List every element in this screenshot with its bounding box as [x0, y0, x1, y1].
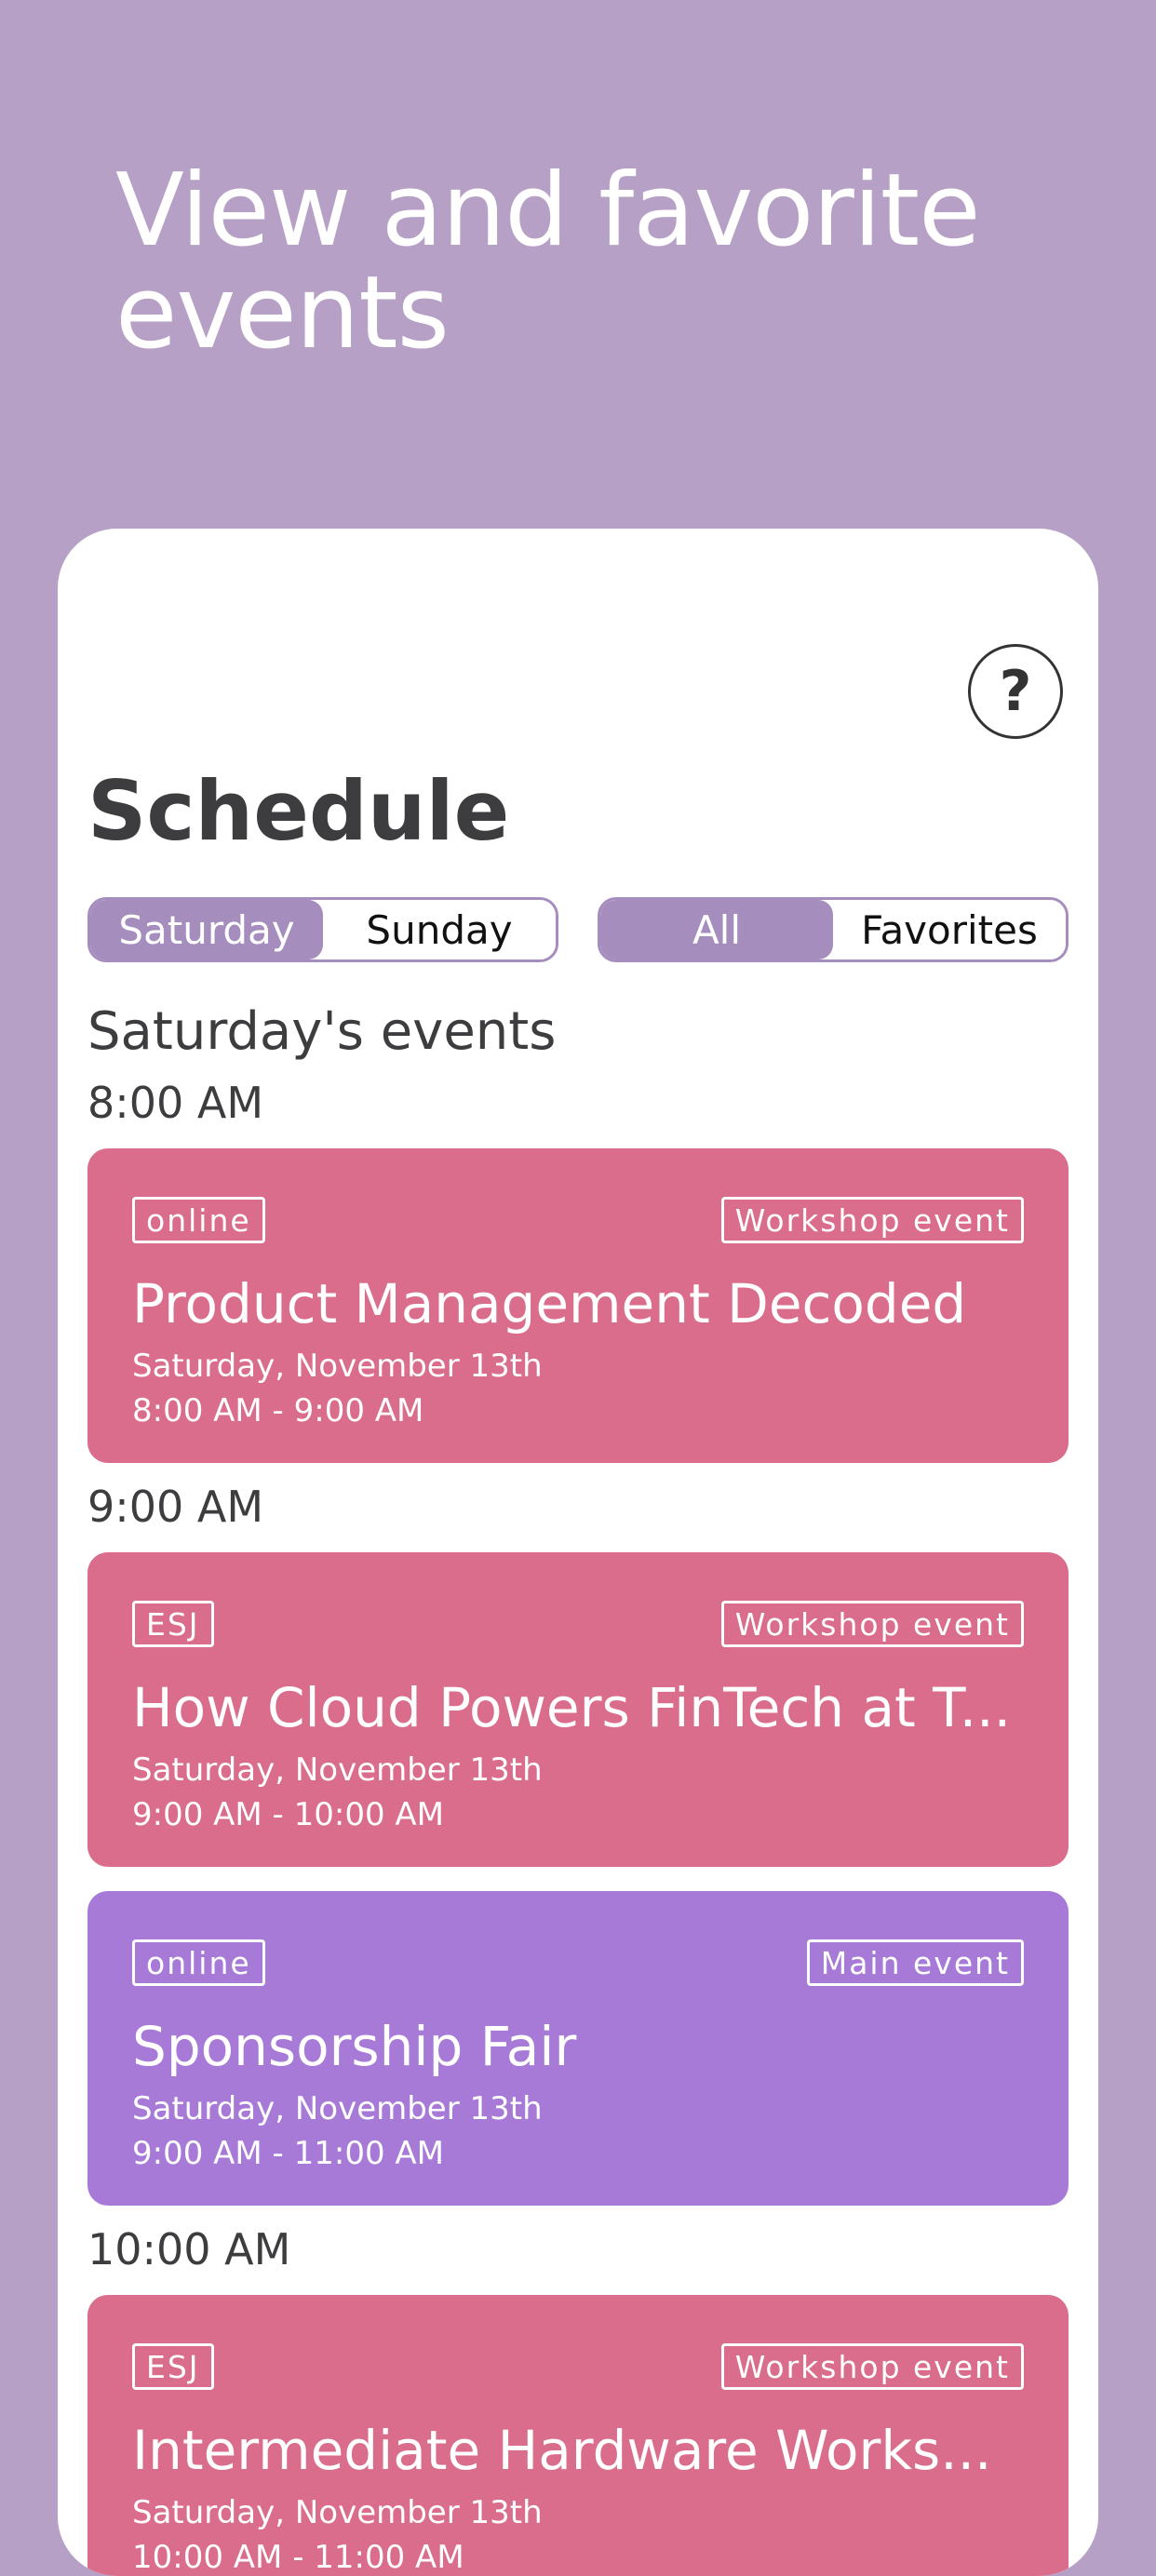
- event-type-tag: Workshop event: [720, 1601, 1024, 1647]
- hero-title: View and favorite events: [115, 153, 981, 371]
- time-group-label: 8:00 AM: [87, 1078, 264, 1128]
- event-title: Sponsorship Fair: [132, 2015, 577, 2078]
- event-type-tag: Workshop event: [720, 1197, 1024, 1243]
- tab-saturday[interactable]: Saturday: [90, 900, 323, 959]
- event-type-tag: Workshop event: [720, 2343, 1024, 2390]
- location-tag: online: [132, 1939, 265, 1986]
- section-heading: Saturday's events: [87, 1001, 557, 1062]
- day-selector: Saturday Sunday: [87, 897, 558, 962]
- event-title: How Cloud Powers FinTech at T...: [132, 1676, 1012, 1739]
- event-time: 9:00 AM - 11:00 AM: [132, 2135, 445, 2172]
- event-type-tag: Main event: [806, 1939, 1024, 1986]
- filter-selector: All Favorites: [598, 897, 1069, 962]
- location-tag: ESJ: [132, 2343, 214, 2390]
- event-title: Product Management Decoded: [132, 1272, 967, 1335]
- schedule-screen: ? Schedule Saturday Sunday All Favorites…: [58, 529, 1098, 2576]
- event-card[interactable]: ESJ Workshop event How Cloud Powers FinT…: [87, 1552, 1069, 1867]
- question-mark-icon: ?: [999, 659, 1032, 724]
- tab-sunday[interactable]: Sunday: [323, 900, 556, 959]
- page-title: Schedule: [87, 763, 510, 859]
- event-time: 8:00 AM - 9:00 AM: [132, 1392, 424, 1429]
- event-card[interactable]: online Main event Sponsorship Fair Satur…: [87, 1891, 1069, 2206]
- tab-favorites[interactable]: Favorites: [833, 900, 1066, 959]
- tab-all[interactable]: All: [600, 900, 833, 959]
- location-tag: ESJ: [132, 1601, 214, 1647]
- event-date: Saturday, November 13th: [132, 2494, 543, 2531]
- time-group-label: 10:00 AM: [87, 2224, 291, 2274]
- event-card[interactable]: ESJ Workshop event Intermediate Hardware…: [87, 2295, 1069, 2576]
- event-title: Intermediate Hardware Works...: [132, 2419, 992, 2482]
- time-group-label: 9:00 AM: [87, 1482, 264, 1532]
- event-date: Saturday, November 13th: [132, 2090, 543, 2127]
- event-date: Saturday, November 13th: [132, 1751, 543, 1789]
- event-time: 10:00 AM - 11:00 AM: [132, 2539, 464, 2576]
- help-button[interactable]: ?: [968, 644, 1063, 739]
- event-card[interactable]: online Workshop event Product Management…: [87, 1148, 1069, 1463]
- location-tag: online: [132, 1197, 265, 1243]
- event-date: Saturday, November 13th: [132, 1348, 543, 1385]
- event-time: 9:00 AM - 10:00 AM: [132, 1796, 445, 1833]
